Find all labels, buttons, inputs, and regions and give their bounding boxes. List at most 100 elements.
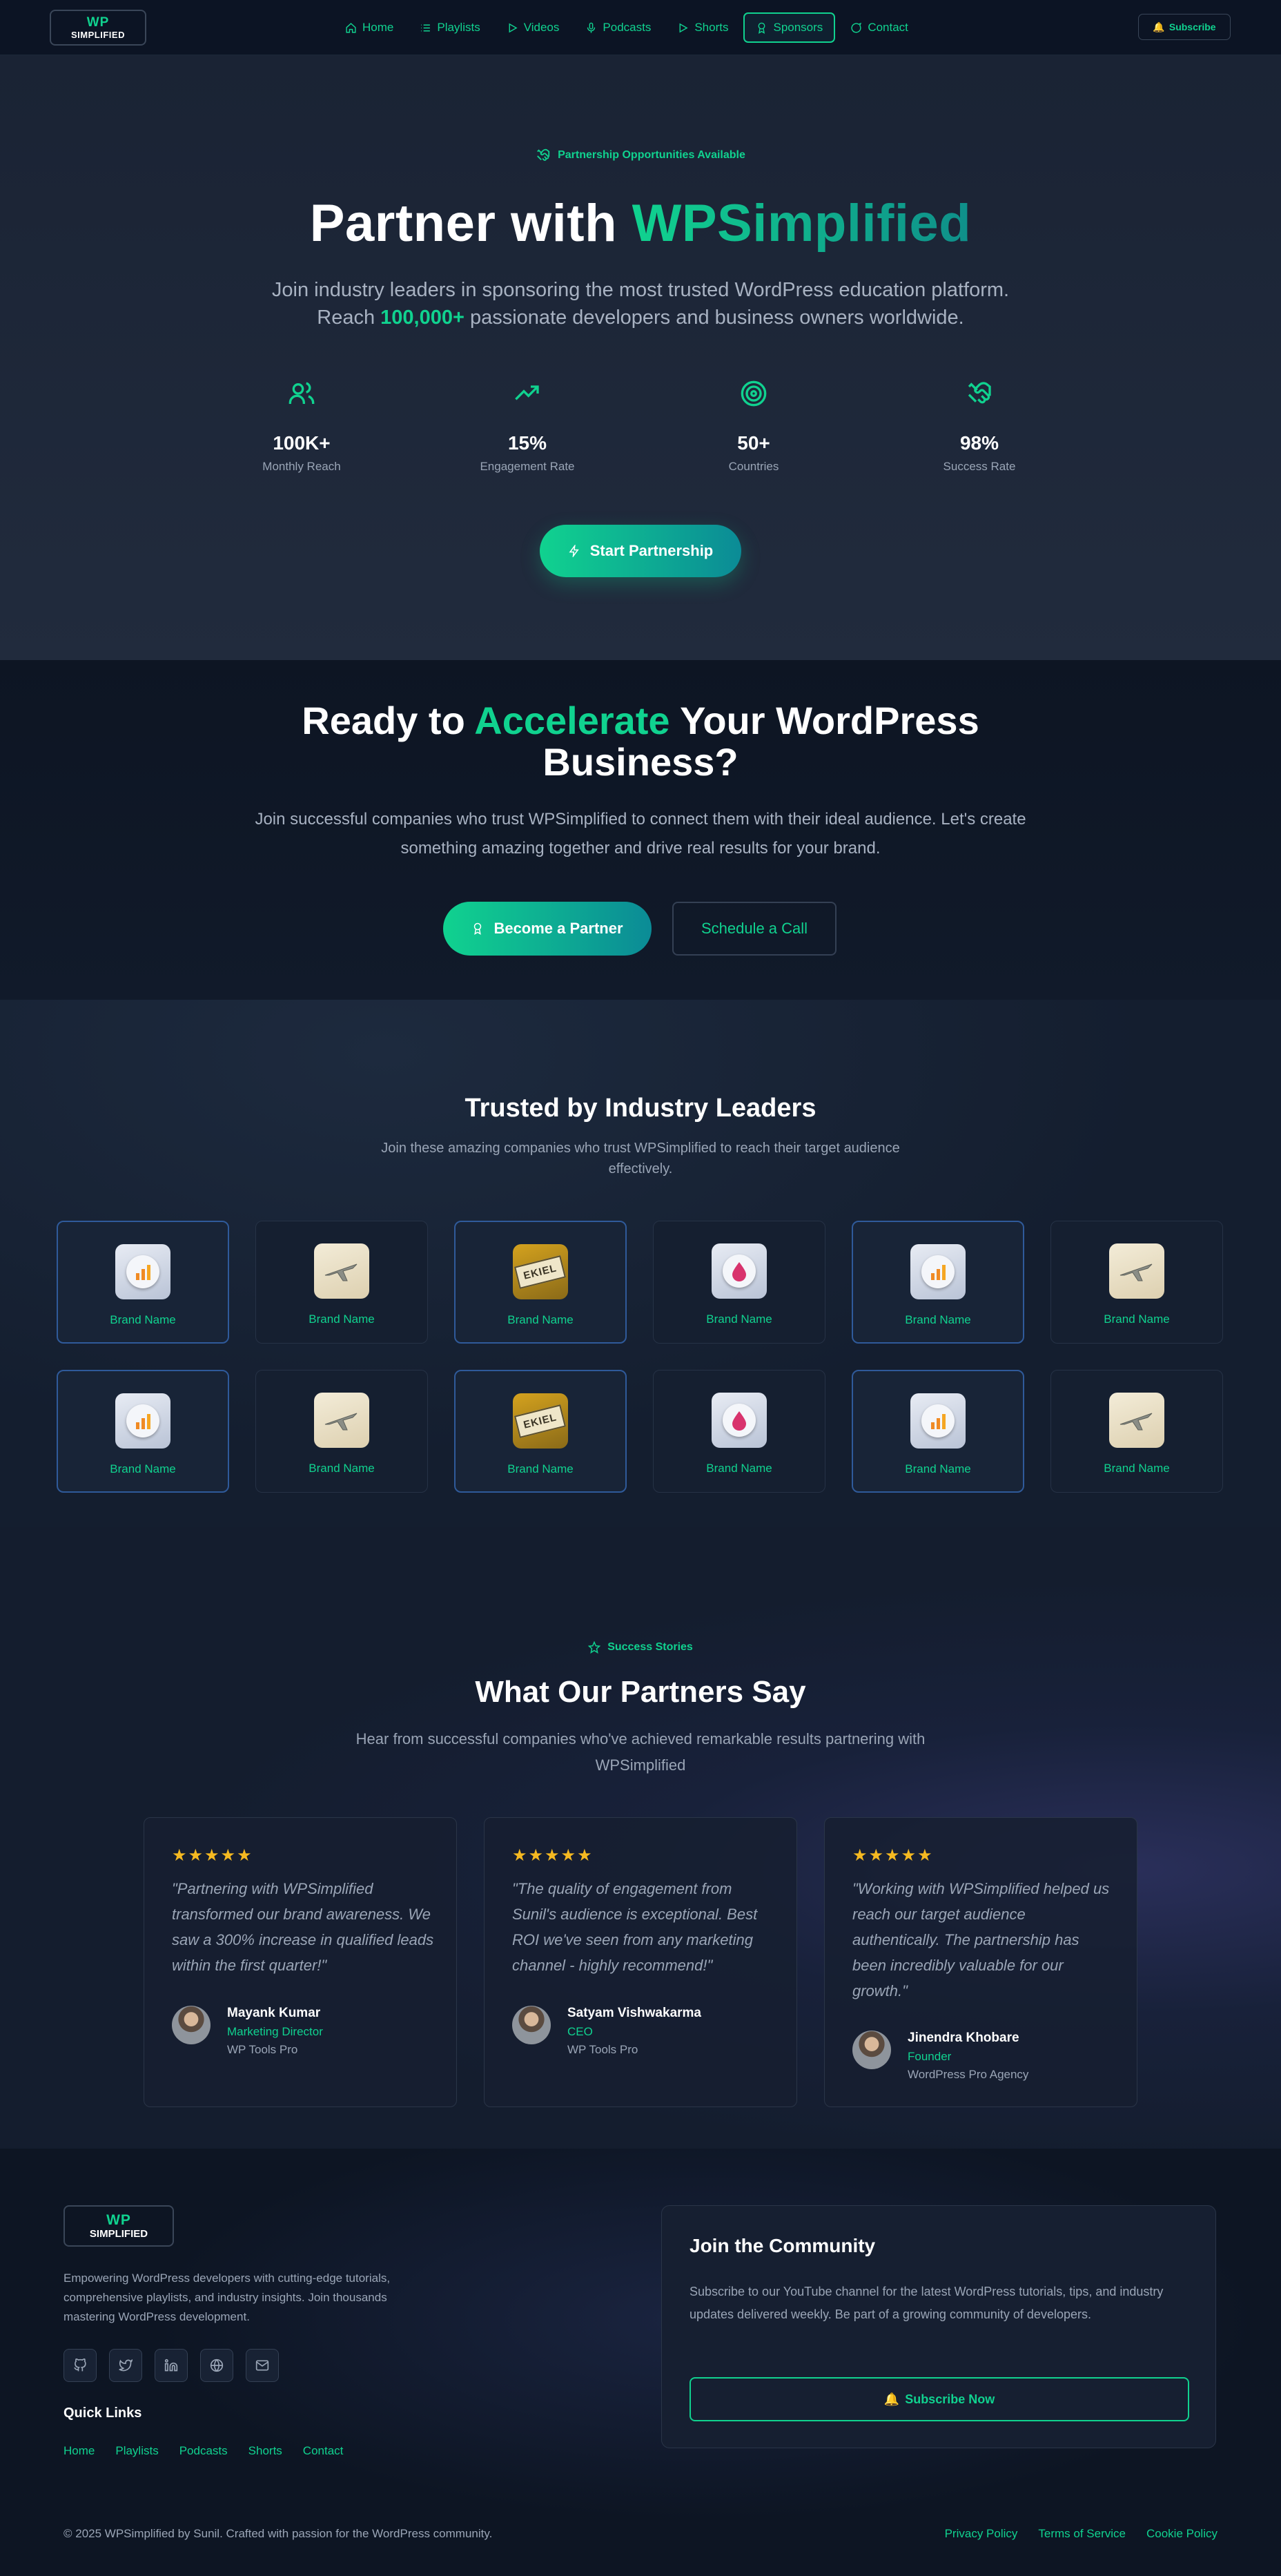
cookie-policy-link[interactable]: Cookie Policy bbox=[1146, 2527, 1218, 2541]
hero-subtitle-prefix: Reach bbox=[317, 307, 381, 329]
site-footer: WP SIMPLIFIED Empowering WordPress devel… bbox=[0, 2149, 1281, 2576]
brand-card[interactable]: Brand Name bbox=[852, 1370, 1024, 1493]
brand-card[interactable]: Brand Name bbox=[57, 1221, 229, 1344]
stat-label: Countries bbox=[728, 460, 779, 473]
brand-logo bbox=[115, 1244, 170, 1299]
copyright: © 2025 WPSimplified by Sunil. Crafted wi… bbox=[63, 2527, 493, 2540]
logo-simplified: SIMPLIFIED bbox=[89, 2228, 148, 2240]
trusted-subtitle: Join these amazing companies who trust W… bbox=[381, 1141, 900, 1176]
site-logo[interactable]: WP SIMPLIFIED bbox=[50, 10, 146, 46]
brand-card[interactable]: EKIEL Brand Name bbox=[454, 1370, 627, 1493]
stat-value: 100K+ bbox=[273, 432, 331, 454]
nav-sponsors[interactable]: Sponsors bbox=[743, 12, 836, 43]
social-linkedin[interactable] bbox=[155, 2349, 188, 2382]
partnership-pill-label: Partnership Opportunities Available bbox=[558, 149, 745, 161]
brand-name: Brand Name bbox=[1104, 1313, 1170, 1326]
bell-icon: 🔔 bbox=[1153, 21, 1165, 32]
privacy-policy-link[interactable]: Privacy Policy bbox=[945, 2527, 1018, 2541]
testimonials-subtitle: Hear from successful companies who've ac… bbox=[355, 1730, 926, 1774]
nav-shorts-label: Shorts bbox=[694, 21, 729, 34]
brand-card[interactable]: EKIEL Brand Name bbox=[454, 1221, 627, 1344]
legal-links: Privacy Policy Terms of Service Cookie P… bbox=[945, 2527, 1218, 2541]
brand-card[interactable]: Brand Name bbox=[852, 1221, 1024, 1344]
brand-card[interactable]: Brand Name bbox=[653, 1221, 825, 1344]
nav-shorts[interactable]: Shorts bbox=[666, 12, 739, 43]
brand-name: Brand Name bbox=[309, 1462, 375, 1475]
hero-subtitle: Join industry leaders in sponsoring the … bbox=[0, 276, 1281, 331]
brand-card[interactable]: Brand Name bbox=[653, 1370, 825, 1493]
start-partnership-button[interactable]: Start Partnership bbox=[540, 525, 741, 577]
nav-playlists[interactable]: Playlists bbox=[409, 12, 491, 43]
brand-logo bbox=[910, 1244, 966, 1299]
star-icon bbox=[588, 1641, 601, 1654]
nav-home[interactable]: Home bbox=[334, 12, 404, 43]
mic-icon bbox=[587, 22, 596, 33]
quick-link-home[interactable]: Home bbox=[63, 2444, 95, 2458]
list-icon bbox=[421, 24, 431, 31]
avatar bbox=[172, 2006, 211, 2044]
subscribe-now-button[interactable]: 🔔 Subscribe Now bbox=[690, 2377, 1189, 2421]
stat-value: 15% bbox=[507, 432, 547, 454]
nav-home-label: Home bbox=[362, 21, 394, 34]
social-twitter[interactable] bbox=[109, 2349, 142, 2382]
quick-link-shorts[interactable]: Shorts bbox=[248, 2444, 282, 2458]
start-partnership-label: Start Partnership bbox=[589, 542, 714, 559]
social-github[interactable] bbox=[63, 2349, 97, 2382]
home-icon bbox=[346, 22, 356, 33]
play-icon bbox=[679, 23, 688, 32]
stat-engagement-rate: 15% Engagement Rate bbox=[424, 380, 631, 474]
mail-icon bbox=[255, 2360, 269, 2371]
hero-section: Partnership Opportunities Available Part… bbox=[0, 55, 1281, 660]
quick-link-contact[interactable]: Contact bbox=[303, 2444, 344, 2458]
logo-wp: WP bbox=[86, 15, 110, 30]
brand-card[interactable]: Brand Name bbox=[255, 1370, 428, 1493]
star-rating: ★★★★★ bbox=[512, 1846, 594, 1865]
nav-contact-label: Contact bbox=[868, 21, 908, 34]
star-rating: ★★★★★ bbox=[852, 1846, 934, 1865]
schedule-call-button[interactable]: Schedule a Call bbox=[672, 902, 837, 956]
nav-videos[interactable]: Videos bbox=[496, 12, 571, 43]
zap-icon bbox=[569, 545, 579, 557]
header-subscribe-button[interactable]: 🔔 Subscribe bbox=[1138, 14, 1231, 40]
users-icon bbox=[289, 382, 315, 404]
hero-title-prefix: Partner with bbox=[309, 194, 632, 253]
author-role: CEO bbox=[567, 2025, 593, 2038]
message-icon bbox=[851, 22, 862, 33]
footer-bottom: © 2025 WPSimplified by Sunil. Crafted wi… bbox=[63, 2527, 1218, 2541]
social-email[interactable] bbox=[246, 2349, 279, 2382]
globe-icon bbox=[210, 2359, 224, 2372]
brand-card[interactable]: Brand Name bbox=[255, 1221, 428, 1344]
partnership-pill: Partnership Opportunities Available bbox=[0, 148, 1281, 163]
success-stories-pill: Success Stories bbox=[0, 1641, 1281, 1654]
subscribe-now-label: Subscribe Now bbox=[905, 2392, 995, 2406]
brand-card[interactable]: Brand Name bbox=[1050, 1370, 1223, 1493]
author-role: Founder bbox=[908, 2050, 952, 2063]
brand-card[interactable]: Brand Name bbox=[57, 1370, 229, 1493]
brand-logo: EKIEL bbox=[513, 1244, 568, 1299]
brand-logo-text: EKIEL bbox=[514, 1255, 567, 1289]
testimonial-quote: "Partnering with WPSimplified transforme… bbox=[172, 1880, 434, 1974]
become-partner-button[interactable]: Become a Partner bbox=[443, 902, 652, 956]
handshake-icon bbox=[968, 382, 991, 404]
nav-podcasts[interactable]: Podcasts bbox=[574, 12, 662, 43]
nav-podcasts-label: Podcasts bbox=[603, 21, 652, 34]
subscribe-label: Subscribe bbox=[1168, 21, 1216, 32]
quick-link-playlists[interactable]: Playlists bbox=[115, 2444, 158, 2458]
stat-success-rate: 98% Success Rate bbox=[876, 380, 1083, 474]
brand-name: Brand Name bbox=[706, 1313, 772, 1326]
author-name: Jinendra Khobare bbox=[908, 2031, 1019, 2045]
footer-description: Empowering WordPress developers with cut… bbox=[63, 2272, 391, 2323]
ready-title-line2: Business? bbox=[542, 740, 739, 784]
testimonial-card: ★★★★★ "Partnering with WPSimplified tran… bbox=[144, 1817, 457, 2107]
quick-link-podcasts[interactable]: Podcasts bbox=[179, 2444, 228, 2458]
bell-icon: 🔔 bbox=[883, 2392, 900, 2406]
footer-logo[interactable]: WP SIMPLIFIED bbox=[63, 2205, 174, 2247]
nav-contact[interactable]: Contact bbox=[839, 12, 919, 43]
author-company: WP Tools Pro bbox=[227, 2043, 298, 2056]
brand-name: Brand Name bbox=[1104, 1462, 1170, 1475]
terms-of-service-link[interactable]: Terms of Service bbox=[1038, 2527, 1126, 2541]
stat-label: Success Rate bbox=[943, 460, 1016, 473]
social-website[interactable] bbox=[200, 2349, 233, 2382]
brand-card[interactable]: Brand Name bbox=[1050, 1221, 1223, 1344]
success-stories-label: Success Stories bbox=[607, 1641, 693, 1653]
